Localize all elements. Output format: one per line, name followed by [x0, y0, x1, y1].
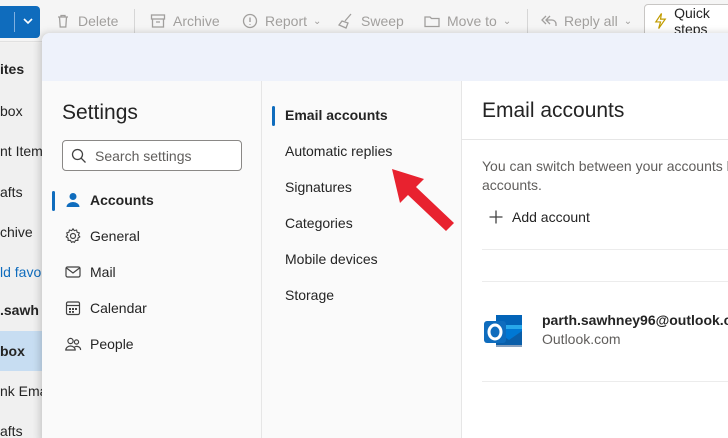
- search-settings-input[interactable]: [95, 147, 235, 164]
- move-to-label: Move to: [447, 13, 497, 29]
- settings-categories-pane: Settings Accounts General Mail Calendar: [42, 81, 262, 438]
- account-email: parth.sawhney96@outlook.co: [542, 312, 728, 328]
- settings-title: Settings: [62, 101, 138, 124]
- shield-alert-icon: [242, 13, 258, 29]
- active-indicator: [52, 191, 55, 211]
- people-icon: [65, 337, 82, 351]
- plus-icon: [489, 210, 503, 224]
- category-mail[interactable]: Mail: [52, 257, 252, 287]
- chevron-down-icon: ⌄: [502, 15, 512, 27]
- toolbar-divider: [527, 9, 528, 33]
- category-accounts[interactable]: Accounts: [52, 185, 252, 215]
- folder-item[interactable]: box: [0, 103, 23, 119]
- category-label: Mail: [90, 264, 116, 280]
- gear-icon: [65, 227, 81, 244]
- add-account-label: Add account: [512, 209, 590, 225]
- folder-item[interactable]: ites: [0, 61, 24, 77]
- subcategory-automatic-replies[interactable]: Automatic replies: [272, 136, 452, 166]
- divider: [482, 381, 728, 382]
- folder-pane: ites box nt Item afts chive ld favo .saw…: [0, 43, 42, 438]
- chevron-down-icon: ⌄: [313, 15, 322, 27]
- pane-description: You can switch between your accounts l a…: [482, 158, 728, 193]
- subcategory-label: Storage: [285, 287, 335, 303]
- subcategory-label: Categories: [285, 215, 353, 231]
- archive-button[interactable]: Archive: [149, 8, 220, 34]
- email-accounts-pane: Email accounts You can switch between yo…: [462, 81, 728, 438]
- sweep-button[interactable]: Sweep: [337, 8, 404, 34]
- lightning-icon: [654, 13, 667, 29]
- reply-all-icon: [541, 15, 557, 26]
- search-icon: [71, 148, 86, 163]
- split-divider: [14, 12, 15, 32]
- mail-icon: [65, 266, 81, 278]
- broom-icon: [337, 13, 352, 29]
- delete-label: Delete: [78, 13, 119, 29]
- toolbar-divider: [134, 9, 135, 33]
- account-type: Outlook.com: [542, 331, 621, 347]
- archive-label: Archive: [173, 13, 220, 29]
- category-calendar[interactable]: Calendar: [52, 293, 252, 323]
- outlook-window: Delete Archive Report ⌄ Sweep Move to ⌄ …: [0, 0, 728, 438]
- account-row[interactable]: parth.sawhney96@outlook.co Outlook.com: [482, 311, 728, 371]
- category-label: People: [90, 336, 134, 352]
- subcategory-email-accounts[interactable]: Email accounts: [272, 100, 452, 130]
- account-header[interactable]: .sawh: [0, 302, 39, 318]
- folder-item[interactable]: chive: [0, 224, 33, 240]
- add-account-button[interactable]: Add account: [488, 209, 590, 225]
- chevron-down-icon: ⌄: [623, 15, 633, 27]
- annotation-arrow-icon: [392, 169, 454, 231]
- folder-item[interactable]: nt Item: [0, 143, 42, 159]
- dialog-header: [42, 33, 728, 81]
- divider: [482, 249, 728, 250]
- settings-subcategories-pane: Email accounts Automatic replies Signatu…: [262, 81, 462, 438]
- subcategory-storage[interactable]: Storage: [272, 280, 452, 310]
- subcategory-label: Mobile devices: [285, 251, 378, 267]
- subcategory-label: Email accounts: [285, 107, 388, 123]
- settings-dialog: Settings Accounts General Mail Calendar: [42, 33, 728, 438]
- category-people[interactable]: People: [52, 329, 252, 359]
- category-label: Accounts: [90, 192, 154, 208]
- chevron-down-icon: [23, 18, 33, 25]
- folder-item[interactable]: afts: [0, 184, 23, 200]
- new-mail-dropdown-button[interactable]: [0, 6, 40, 38]
- outlook-logo-icon: [484, 315, 522, 347]
- move-to-button[interactable]: Move to ⌄: [423, 8, 511, 34]
- folder-item[interactable]: nk Ema: [0, 383, 42, 399]
- category-label: Calendar: [90, 300, 147, 316]
- archive-icon: [150, 14, 166, 28]
- pane-title: Email accounts: [482, 99, 625, 122]
- person-icon: [66, 193, 80, 207]
- reply-all-button[interactable]: Reply all ⌄: [540, 8, 632, 34]
- subcategory-mobile-devices[interactable]: Mobile devices: [272, 244, 452, 274]
- reply-all-label: Reply all: [564, 13, 618, 29]
- category-label: General: [90, 228, 140, 244]
- trash-icon: [58, 14, 68, 28]
- add-favorite-link[interactable]: ld favo: [0, 264, 41, 280]
- folder-item[interactable]: afts: [0, 423, 23, 438]
- delete-button[interactable]: Delete: [54, 8, 118, 34]
- active-indicator: [272, 106, 275, 126]
- report-label: Report: [265, 13, 308, 29]
- divider: [462, 139, 728, 140]
- subcategory-label: Signatures: [285, 179, 352, 195]
- calendar-icon: [65, 301, 81, 316]
- category-general[interactable]: General: [52, 221, 252, 251]
- sweep-label: Sweep: [361, 13, 404, 29]
- folder-item[interactable]: box: [0, 343, 25, 359]
- folder-move-icon: [424, 16, 440, 28]
- divider: [482, 281, 728, 282]
- report-button[interactable]: Report ⌄: [241, 8, 321, 34]
- search-settings-box[interactable]: [62, 140, 242, 171]
- subcategory-label: Automatic replies: [285, 143, 393, 159]
